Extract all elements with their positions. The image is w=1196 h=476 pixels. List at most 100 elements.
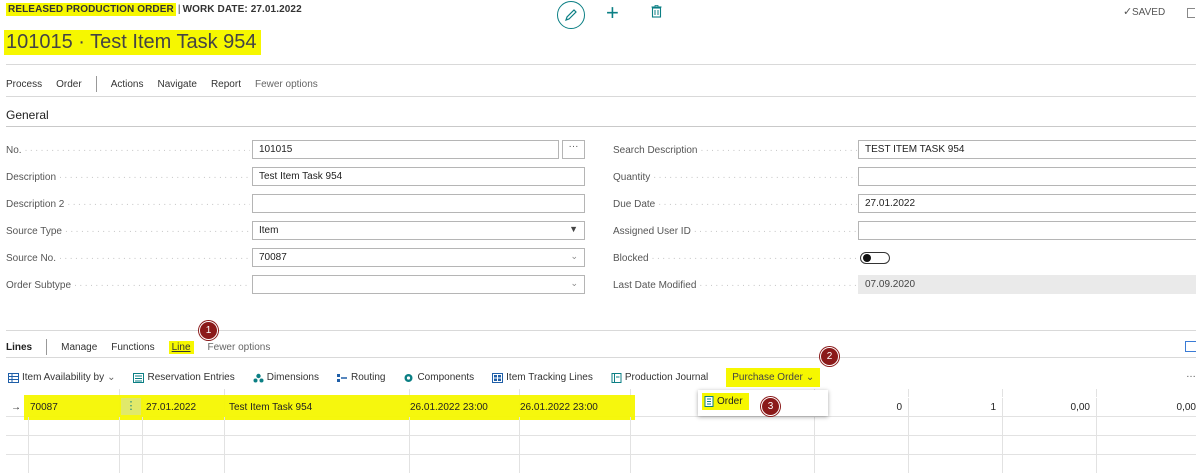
more-icon[interactable]: …: [1186, 369, 1196, 380]
divider: [1002, 389, 1003, 397]
divider: [6, 96, 1196, 97]
item-availability-button[interactable]: Item Availability by ⌄: [8, 372, 115, 383]
no-assist-button[interactable]: ···: [562, 140, 585, 159]
components-button[interactable]: Components: [403, 372, 474, 383]
tab-fewer-options[interactable]: Fewer options: [208, 342, 271, 353]
journal-icon: [611, 372, 622, 383]
quantity-input[interactable]: [858, 167, 1196, 186]
divider: [519, 417, 520, 435]
production-journal-button[interactable]: Production Journal: [611, 372, 708, 383]
gear-icon: [404, 373, 413, 382]
section-general-title[interactable]: General: [6, 108, 49, 122]
dimensions-button[interactable]: Dimensions: [253, 372, 319, 383]
menu-order[interactable]: Order: [56, 79, 82, 90]
table-row[interactable]: [6, 417, 1196, 436]
starting-date-time-cell[interactable]: 26.01.2022 23:00: [410, 402, 488, 413]
step-marker-1: 1: [199, 321, 218, 340]
table-row[interactable]: → 70087 ⋮ 27.01.2022 Test Item Task 954 …: [6, 395, 1196, 420]
field-label-description: Description ····························…: [6, 172, 250, 183]
dropdown-item-order-label: Order: [717, 396, 743, 407]
work-date-label: WORK DATE: 27.01.2022: [182, 4, 302, 15]
item-tracking-lines-button[interactable]: Item Tracking Lines: [492, 372, 593, 383]
field-label-description-2: Description 2 ··························…: [6, 199, 250, 210]
purchase-order-button[interactable]: Purchase Order ⌄: [726, 368, 821, 387]
dropdown-item-order[interactable]: Order: [702, 393, 749, 410]
unit-cost-cell[interactable]: 0,00: [1046, 402, 1090, 413]
row-arrow-icon: →: [11, 402, 21, 413]
divider: [6, 64, 1196, 65]
divider: [519, 436, 520, 454]
production-journal-label: Production Journal: [624, 372, 709, 383]
chevron-down-icon: ⌄: [570, 278, 578, 288]
field-label-order-subtype: Order Subtype ··························…: [6, 280, 250, 291]
lines-toolbar: Item Availability by ⌄ Reservation Entrie…: [8, 368, 821, 387]
table-row[interactable]: [6, 436, 1196, 455]
divider: [119, 436, 120, 454]
field-label-search-description: Search Description ·····················…: [613, 145, 857, 156]
description-input[interactable]: Test Item Task 954: [252, 167, 585, 186]
description-2-input[interactable]: [252, 194, 585, 213]
menu-report[interactable]: Report: [211, 79, 241, 90]
source-type-select[interactable]: Item ▼: [252, 221, 585, 240]
delete-button[interactable]: [651, 5, 662, 23]
menu-navigate[interactable]: Navigate: [157, 79, 196, 90]
description-cell[interactable]: Test Item Task 954: [229, 402, 312, 413]
assigned-user-id-input[interactable]: [858, 221, 1196, 240]
divider: [142, 436, 143, 454]
divider: [908, 389, 909, 397]
tab-manage[interactable]: Manage: [61, 342, 97, 353]
lines-tabs: Lines Manage Functions Line Fewer option…: [6, 339, 284, 355]
field-label-due-date: Due Date ·······························…: [613, 199, 857, 210]
divider: [28, 436, 29, 454]
divider: [1096, 398, 1097, 416]
routing-icon: [336, 373, 347, 382]
expand-icon[interactable]: [1187, 8, 1195, 18]
table-row[interactable]: [6, 455, 1196, 473]
order-subtype-select[interactable]: ⌄: [252, 275, 585, 294]
step-marker-2: 2: [820, 347, 839, 366]
search-description-input[interactable]: TEST ITEM TASK 954: [858, 140, 1196, 159]
divider: [1096, 436, 1097, 454]
routing-label: Routing: [350, 372, 386, 383]
remaining-quantity-cell[interactable]: 1: [960, 402, 996, 413]
routing-button[interactable]: Routing: [336, 372, 386, 383]
no-input[interactable]: 101015: [252, 140, 559, 159]
divider: [1096, 417, 1097, 435]
divider: [409, 417, 410, 435]
quantity-cell[interactable]: 0: [866, 402, 902, 413]
dimensions-label: Dimensions: [266, 372, 319, 383]
reservation-entries-button[interactable]: Reservation Entries: [133, 372, 235, 383]
due-date-input[interactable]: 27.01.2022: [858, 194, 1196, 213]
due-date-cell[interactable]: 27.01.2022: [146, 402, 196, 413]
menu-fewer-options[interactable]: Fewer options: [255, 79, 318, 90]
tab-line[interactable]: Line: [168, 340, 194, 354]
step-marker-3: 3: [761, 397, 780, 416]
blocked-toggle[interactable]: [860, 252, 890, 264]
ending-date-time-cell[interactable]: 26.01.2022 23:00: [520, 402, 598, 413]
divider: [908, 455, 909, 473]
item-tracking-lines-label: Item Tracking Lines: [506, 372, 593, 383]
edit-button[interactable]: [557, 1, 585, 29]
entries-icon: [133, 372, 145, 383]
plus-icon[interactable]: +: [606, 1, 619, 25]
divider: [1002, 398, 1003, 416]
source-no-input[interactable]: 70087 ⌄: [252, 248, 585, 267]
divider: [814, 417, 815, 435]
divider: [28, 455, 29, 473]
menu-actions[interactable]: Actions: [111, 79, 144, 90]
tab-functions[interactable]: Functions: [111, 342, 154, 353]
field-label-source-no: Source No. ·····························…: [6, 253, 250, 264]
row-menu-button[interactable]: ⋮: [121, 398, 141, 415]
field-label-quantity: Quantity ·······························…: [613, 172, 857, 183]
item-no-cell[interactable]: 70087: [30, 402, 58, 413]
divider: [630, 417, 631, 435]
item-availability-label: Item Availability by: [22, 372, 105, 383]
divider: [1002, 455, 1003, 473]
divider: [119, 455, 120, 473]
menu-process[interactable]: Process: [6, 79, 42, 90]
caption-separator: |: [177, 4, 181, 15]
document-icon: [704, 396, 714, 407]
expand-lines-icon[interactable]: [1185, 341, 1196, 352]
reservation-entries-label: Reservation Entries: [147, 372, 235, 383]
cost-amount-cell[interactable]: 0,00: [1144, 402, 1196, 413]
